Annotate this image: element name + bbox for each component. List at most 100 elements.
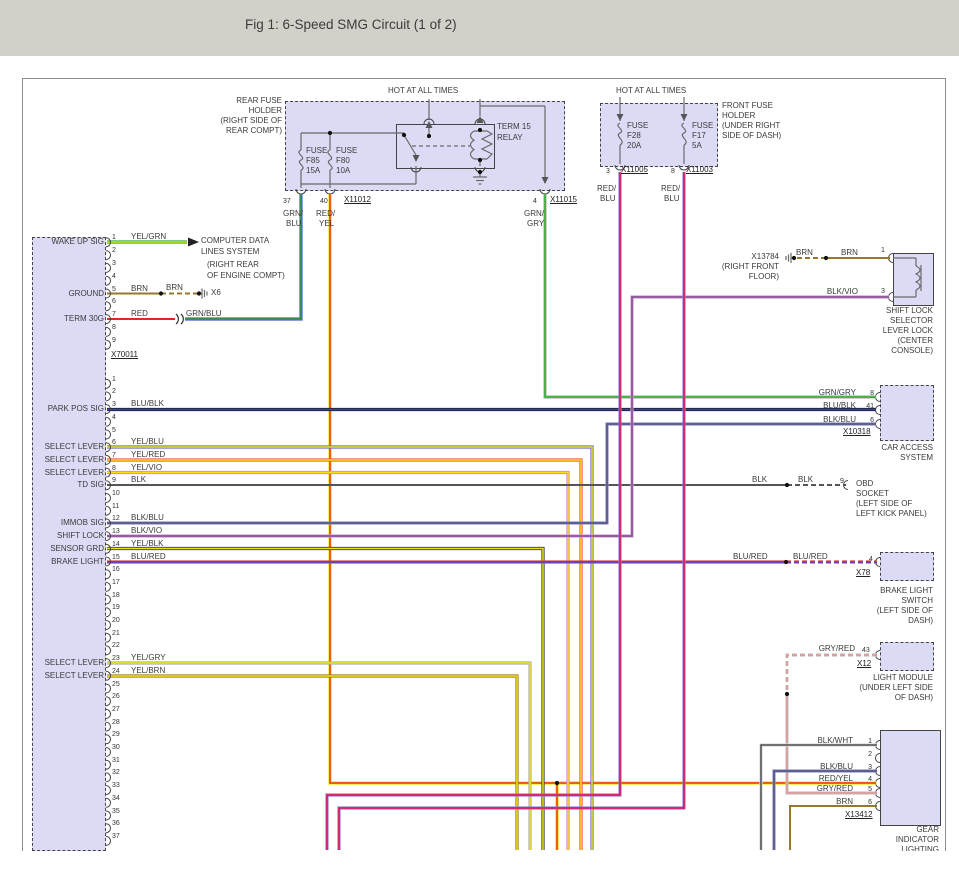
pin-arc-icon (106, 722, 111, 731)
signal-label: SHIFT LOCK (33, 531, 104, 541)
pin-arc-icon (106, 263, 111, 272)
wire-label: BLK (752, 475, 767, 485)
pin-arc-icon (106, 417, 111, 426)
pin-arc-icon (106, 570, 111, 579)
page-cut (0, 851, 959, 869)
connector-link-x11005[interactable]: X11005 (621, 165, 648, 175)
wire-label: BRN (841, 248, 858, 258)
pin-arc-layer (106, 238, 111, 846)
wire-label: RED/ (316, 209, 335, 219)
wire-label: BLK/BLU (131, 513, 164, 523)
wire-label: YEL/BLK (131, 539, 163, 549)
ground-x6-label: X6 (211, 288, 221, 298)
connector-link-x12[interactable]: X12 (857, 659, 871, 669)
pin-arc-icon (106, 709, 111, 718)
rear-fuse-name: REAR COMPT) (190, 126, 282, 136)
connector-link-x70011[interactable]: X70011 (111, 350, 138, 360)
splice-dot (478, 158, 482, 162)
wire-label: BLU/BLK (800, 401, 856, 411)
shift-lock-name: LEVER LOCK (848, 326, 933, 336)
connector-link-x78[interactable]: X78 (856, 568, 870, 578)
car-access-name: CAR ACCESS (848, 443, 933, 453)
wire-segment (330, 194, 876, 783)
pin-number: 14 (112, 540, 120, 550)
wire-label: BLU/BLK (131, 399, 164, 409)
pin-number: 5 (112, 285, 116, 295)
connector-link-x11003[interactable]: X11003 (686, 165, 713, 175)
relay-label: RELAY (497, 133, 523, 143)
pin-arc-icon (106, 276, 111, 285)
pin-arc-icon (106, 760, 111, 769)
wire-label: YEL (319, 219, 334, 229)
engine-compt-location: OF ENGINE COMPT) (207, 271, 285, 281)
pin-number: 1 (112, 375, 116, 385)
wire-label: GRN/BLU (186, 309, 222, 319)
shift-lock-name: SHIFT LOCK (848, 306, 933, 316)
pin-number: 6 (856, 416, 874, 426)
wire-segment (107, 473, 568, 851)
gear-indicator-name: GEAR (855, 825, 939, 835)
light-module-name: (UNDER LEFT SIDE (840, 683, 933, 693)
connector-link-x11012[interactable]: X11012 (344, 195, 371, 205)
rear-fuse-name: REAR FUSE (190, 96, 282, 106)
pin-arc-icon (106, 430, 111, 439)
pin-number: 35 (112, 807, 120, 817)
wire-segment (327, 172, 620, 850)
pin-arc-icon (106, 633, 111, 642)
pin-number: 8 (856, 389, 874, 399)
pin-number: 5 (112, 426, 116, 436)
signal-label: WAKE UP SIG (33, 237, 104, 247)
wire-label: GRY/RED (805, 644, 855, 654)
pin-number: 1 (112, 233, 116, 243)
pin-number: 2 (112, 246, 116, 256)
relay-coil-icon (471, 131, 493, 159)
pin-number: 7 (112, 451, 116, 461)
connector-link-x13412[interactable]: X13412 (845, 810, 873, 820)
brake-switch-name: BRAKE LIGHT (840, 586, 933, 596)
splice-dot (555, 781, 559, 785)
signal-label: TD SIG (33, 480, 104, 490)
splice-dot (784, 560, 788, 564)
connector-link-x10318[interactable]: X10318 (843, 427, 871, 437)
fuse-f17-label: F17 (692, 131, 706, 141)
pin-number: 9 (112, 476, 116, 486)
fuse-f28-label: F28 (627, 131, 641, 141)
pin-number: 7 (112, 310, 116, 320)
pin-number: 6 (858, 798, 872, 808)
pin-number: 10 (112, 489, 120, 499)
fuse-f85-label: FUSE (306, 146, 327, 156)
splice-dot (478, 170, 482, 174)
wire-label: BLU (664, 194, 680, 204)
wire-label: GRY/RED (797, 784, 853, 794)
obd-name: LEFT KICK PANEL) (856, 509, 927, 519)
obd-name: (LEFT SIDE OF (856, 499, 912, 509)
wire-segment (107, 549, 543, 851)
shift-lock-name: CONSOLE) (848, 346, 933, 356)
pin-number: 2 (858, 750, 872, 760)
pin-number: 16 (112, 565, 120, 575)
fuse-f85-label: 15A (306, 166, 320, 176)
pin-arc-icon (106, 302, 111, 311)
pin-number: 17 (112, 578, 120, 588)
wire-segment (107, 549, 543, 851)
wire-label: RED/ (661, 184, 680, 194)
ground-location: (RIGHT FRONT (711, 262, 779, 272)
pin-arc-icon (106, 251, 111, 260)
connector-link-x11015[interactable]: X11015 (550, 195, 577, 205)
brake-switch-name: (LEFT SIDE OF (840, 606, 933, 616)
pin-arc-icon (106, 506, 111, 515)
pin-number: 24 (112, 667, 120, 677)
pin-number: 37 (112, 832, 120, 842)
wire-segment (107, 297, 889, 536)
wire-label: GRN/ (524, 209, 544, 219)
pin-number: 12 (112, 514, 120, 524)
front-fuse-name: SIDE OF DASH) (722, 131, 781, 141)
splice-dot (478, 128, 482, 132)
front-fuse-name: FRONT FUSE (722, 101, 773, 111)
wire-label: BRN (797, 797, 853, 807)
signal-label: GROUND (33, 289, 104, 299)
computer-data-lines-label: COMPUTER DATA (201, 236, 269, 246)
pin-number: 28 (112, 718, 120, 728)
wire-segment (327, 172, 620, 850)
wire-label: BRN (131, 284, 148, 294)
